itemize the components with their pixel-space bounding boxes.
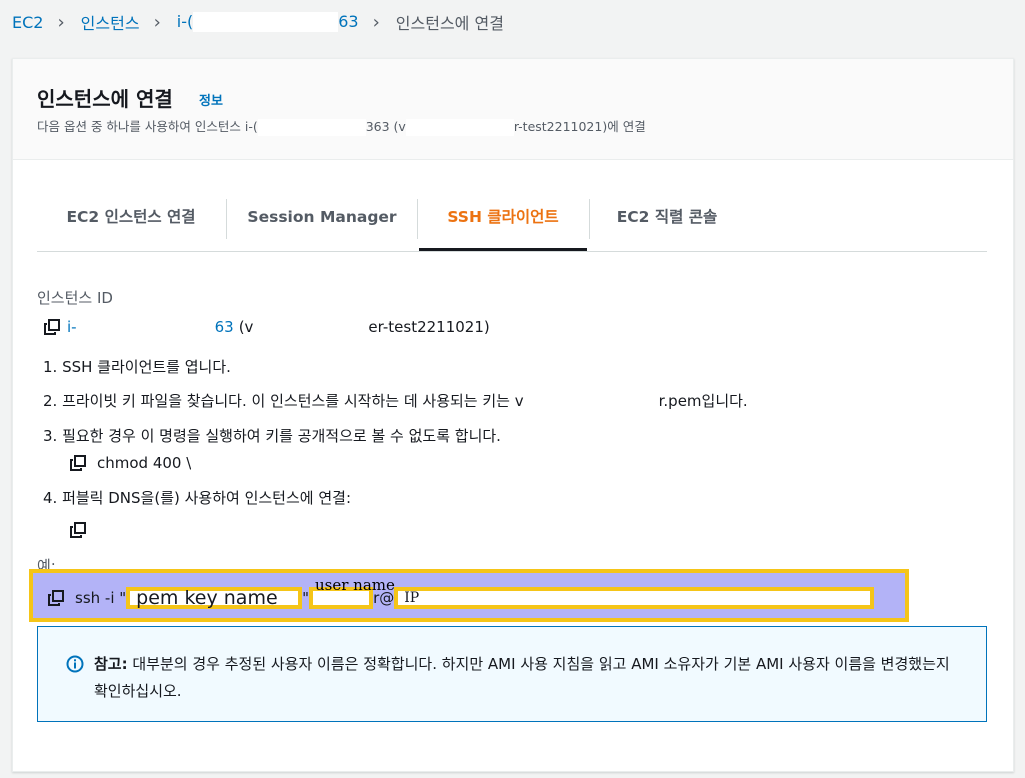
subtitle-mid: 363 (v — [365, 119, 406, 134]
copy-icon[interactable] — [47, 589, 65, 607]
redaction — [253, 318, 369, 337]
instance-id-label: 인스턴스 ID — [37, 289, 113, 307]
instance-id-row: i- 63 (v er-test2211021) — [43, 318, 490, 337]
subtitle-end: r-test2211021)에 연결 — [513, 119, 646, 134]
chmod-command-text: chmod 400 \ — [97, 454, 192, 472]
tab-divider — [589, 199, 590, 239]
step-2-start: 2. 프라이빗 키 파일을 찾습니다. 이 인스턴스를 시작하는 데 사용되는 … — [43, 392, 524, 410]
redaction — [193, 12, 339, 33]
tab-ec2-instance-connect[interactable]: EC2 인스턴스 연결 — [37, 197, 225, 251]
tab-divider — [417, 199, 418, 239]
tab-ec2-serial-console[interactable]: EC2 직렬 콘솔 — [593, 197, 741, 251]
pem-key-name-annotation: pem key name — [126, 587, 303, 609]
copy-icon[interactable] — [69, 521, 87, 539]
info-note: 참고: 대부분의 경우 추정된 사용자 이름은 정확합니다. 하지만 AMI 사… — [37, 626, 987, 722]
connect-card: 인스턴스에 연결 정보 다음 옵션 중 하나를 사용하여 인스턴스 i-( 363… — [12, 58, 1014, 772]
subtitle-start: 다음 옵션 중 하나를 사용하여 인스턴스 i-( — [37, 119, 258, 134]
page-title: 인스턴스에 연결 — [37, 87, 173, 111]
redaction — [76, 318, 215, 337]
tab-divider — [226, 199, 227, 239]
breadcrumb-instance-id-end: 63 — [338, 11, 359, 31]
tab-bar: EC2 인스턴스 연결 Session Manager SSH 클라이언트 EC… — [37, 189, 987, 252]
instance-id-end: 63 — [214, 318, 234, 336]
info-link[interactable]: 정보 — [199, 90, 223, 109]
redaction — [405, 119, 514, 136]
step-2: 2. 프라이빗 키 파일을 찾습니다. 이 인스턴스를 시작하는 데 사용되는 … — [43, 390, 748, 412]
breadcrumb-current: 인스턴스에 연결 — [395, 14, 504, 33]
redaction — [191, 453, 382, 473]
info-icon — [66, 655, 84, 673]
breadcrumb-instance-id-start: i-( — [176, 11, 194, 31]
ssh-prefix: ssh -i " — [75, 589, 127, 607]
note-body: 대부분의 경우 추정된 사용자 이름은 정확합니다. 하지만 AMI 사용 지침… — [94, 655, 950, 700]
instance-id-link[interactable]: i- 63 — [67, 318, 234, 337]
step-1: 1. SSH 클라이언트를 엽니다. — [43, 358, 231, 376]
redaction — [523, 391, 659, 412]
note-text: 참고: 대부분의 경우 추정된 사용자 이름은 정확합니다. 하지만 AMI 사… — [94, 651, 954, 705]
breadcrumb-instances[interactable]: 인스턴스 — [81, 10, 140, 34]
breadcrumb-ec2[interactable]: EC2 — [12, 13, 43, 32]
step-3: 3. 필요한 경우 이 명령을 실행하여 키를 공개적으로 볼 수 없도록 합니… — [43, 427, 501, 445]
instance-name-start: (v — [238, 318, 254, 337]
ip-label: IP — [404, 590, 420, 606]
step-2-end: r.pem입니다. — [658, 392, 748, 410]
tab-ssh-client[interactable]: SSH 클라이언트 — [419, 197, 587, 251]
ip-annotation: IP — [394, 587, 875, 609]
chmod-command: chmod 400 \ — [69, 453, 382, 473]
redaction — [257, 119, 366, 136]
user-name-annotation: user name — [315, 576, 395, 594]
dns-command — [69, 515, 591, 545]
copy-icon[interactable] — [69, 454, 87, 472]
instance-id-start: i- — [67, 318, 77, 336]
note-bold: 참고: — [94, 655, 128, 673]
ssh-example-command: ssh -i " pem key name " r@ IP — [47, 587, 875, 609]
chevron-right-icon: › — [57, 11, 65, 33]
breadcrumb-instance-id[interactable]: i-( 63 — [177, 12, 359, 33]
chevron-right-icon: › — [372, 11, 380, 33]
copy-icon[interactable] — [43, 318, 61, 336]
ssh-example-highlight: ssh -i " pem key name " r@ IP — [29, 569, 909, 622]
page-subtitle: 다음 옵션 중 하나를 사용하여 인스턴스 i-( 363 (v r-test221… — [37, 116, 646, 136]
pem-key-name-label: pem key name — [136, 587, 278, 609]
step-4: 4. 퍼블릭 DNS을(를) 사용하여 인스턴스에 연결: — [43, 489, 352, 507]
redaction — [95, 515, 591, 545]
chevron-right-icon: › — [153, 11, 161, 33]
ssh-quote: " — [302, 589, 310, 607]
card-header: 인스턴스에 연결 정보 다음 옵션 중 하나를 사용하여 인스턴스 i-( 363… — [13, 59, 1013, 160]
instance-name-end: er-test2211021) — [368, 318, 490, 337]
tab-session-manager[interactable]: Session Manager — [229, 197, 415, 251]
breadcrumb: EC2 › 인스턴스 › i-( 63 › 인스턴스에 연결 — [12, 10, 504, 34]
